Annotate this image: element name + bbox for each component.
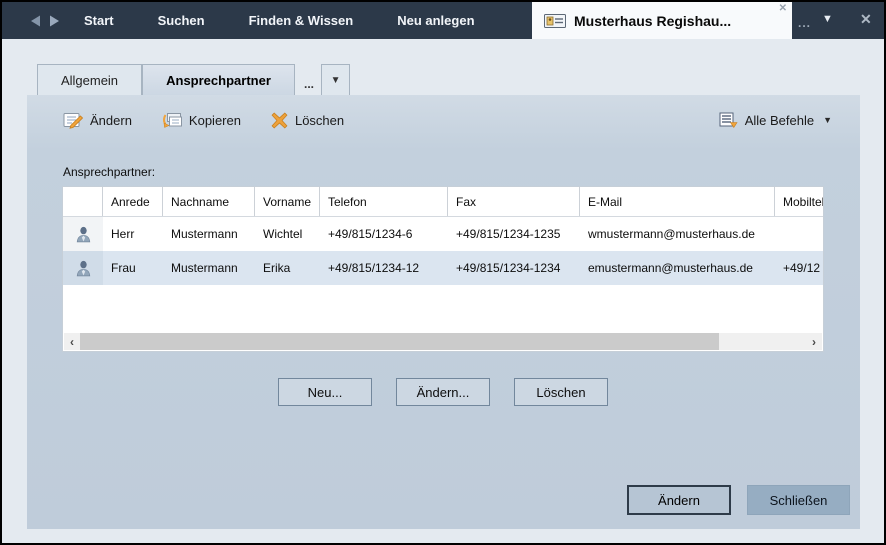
scroll-right-icon[interactable]: › [806,333,822,350]
all-commands-label: Alle Befehle [745,113,814,128]
ansprechpartner-panel: Ändern Kopieren [27,95,860,529]
toolbar-copy-label: Kopieren [189,113,241,128]
edit-icon [63,112,83,129]
document-tab-musterhaus[interactable]: Musterhaus Regishau... ✕ [532,2,792,39]
horizontal-scrollbar[interactable]: ‹ › [64,333,822,350]
person-icon [75,260,92,277]
contact-card-icon [544,13,566,29]
menu-finden-wissen[interactable]: Finden & Wissen [227,2,376,39]
cell-vorname: Erika [255,251,320,285]
column-header-icon[interactable] [63,187,103,216]
cell-vorname: Wichtel [255,217,320,251]
toolbar: Ändern Kopieren [63,106,832,134]
tab-list-dropdown-icon[interactable]: ▼ [822,13,833,25]
tab-overflow-dots[interactable]: ... [798,16,811,30]
toolbar-edit-label: Ändern [90,113,132,128]
menu-start[interactable]: Start [62,2,136,39]
cell-telefon: +49/815/1234-12 [320,251,448,285]
copy-icon [162,112,182,129]
scroll-left-icon[interactable]: ‹ [64,333,80,350]
column-header-vorname[interactable]: Vorname [255,187,320,216]
footer-close-button[interactable]: Schließen [747,485,850,515]
new-button[interactable]: Neu... [278,378,372,406]
row-icon-cell [63,217,103,251]
column-header-anrede[interactable]: Anrede [103,187,163,216]
record-tabs: Allgemein Ansprechpartner ... ▼ [37,64,350,95]
document-tab-title: Musterhaus Regishau... [574,13,731,29]
forward-icon[interactable] [46,13,62,29]
table-header-row: Anrede Nachname Vorname Telefon Fax E-Ma… [63,187,823,217]
cell-anrede: Herr [103,217,163,251]
cell-fax: +49/815/1234-1235 [448,217,580,251]
column-header-fax[interactable]: Fax [448,187,580,216]
table-row[interactable]: Frau Mustermann Erika +49/815/1234-12 +4… [63,251,823,285]
edit-button[interactable]: Ändern... [396,378,490,406]
tabs-overflow-dots[interactable]: ... [304,77,314,91]
table-empty-space [63,285,823,332]
cell-mobiltelefon: +49/12 [775,251,823,285]
tab-ansprechpartner[interactable]: Ansprechpartner [142,64,295,95]
contacts-table: Anrede Nachname Vorname Telefon Fax E-Ma… [62,186,824,352]
delete-x-icon [271,112,288,129]
person-icon [75,226,92,243]
column-header-email[interactable]: E-Mail [580,187,775,216]
chevron-down-icon: ▼ [823,115,832,125]
main-nav-bar: Start Suchen Finden & Wissen Neu anlegen… [2,2,884,39]
cell-email: wmustermann@musterhaus.de [580,217,775,251]
row-icon-cell [63,251,103,285]
scrollbar-thumb[interactable] [80,333,719,350]
table-row[interactable]: Herr Mustermann Wichtel +49/815/1234-6 +… [63,217,823,251]
tab-allgemein[interactable]: Allgemein [37,64,142,95]
menu-suchen[interactable]: Suchen [136,2,227,39]
cell-mobiltelefon [775,217,823,251]
cell-email: emustermann@musterhaus.de [580,251,775,285]
command-list-icon [719,112,738,129]
cell-anrede: Frau [103,251,163,285]
toolbar-delete-button[interactable]: Löschen [271,112,344,129]
app-window: Start Suchen Finden & Wissen Neu anlegen… [0,0,886,545]
all-commands-button[interactable]: Alle Befehle ▼ [719,112,832,129]
tab-close-icon[interactable]: ✕ [779,3,787,14]
cell-telefon: +49/815/1234-6 [320,217,448,251]
list-label: Ansprechpartner: [63,165,155,179]
column-header-nachname[interactable]: Nachname [163,187,255,216]
tabs-dropdown-button[interactable]: ▼ [321,64,350,95]
list-action-buttons: Neu... Ändern... Löschen [62,378,824,406]
cell-nachname: Mustermann [163,251,255,285]
toolbar-delete-label: Löschen [295,113,344,128]
window-close-icon[interactable]: ✕ [860,11,872,28]
footer-edit-button[interactable]: Ändern [627,485,731,515]
toolbar-edit-button[interactable]: Ändern [63,112,132,129]
column-header-telefon[interactable]: Telefon [320,187,448,216]
back-icon[interactable] [28,13,44,29]
toolbar-copy-button[interactable]: Kopieren [162,112,241,129]
cell-fax: +49/815/1234-1234 [448,251,580,285]
cell-nachname: Mustermann [163,217,255,251]
menu-neu-anlegen[interactable]: Neu anlegen [375,2,496,39]
tab-ansprechpartner-label: Ansprechpartner [166,73,271,88]
delete-button[interactable]: Löschen [514,378,608,406]
tab-allgemein-label: Allgemein [61,73,118,88]
scrollbar-track[interactable] [80,333,806,350]
column-header-mobiltelefon[interactable]: Mobiltele [775,187,823,216]
chevron-down-icon: ▼ [331,75,341,86]
